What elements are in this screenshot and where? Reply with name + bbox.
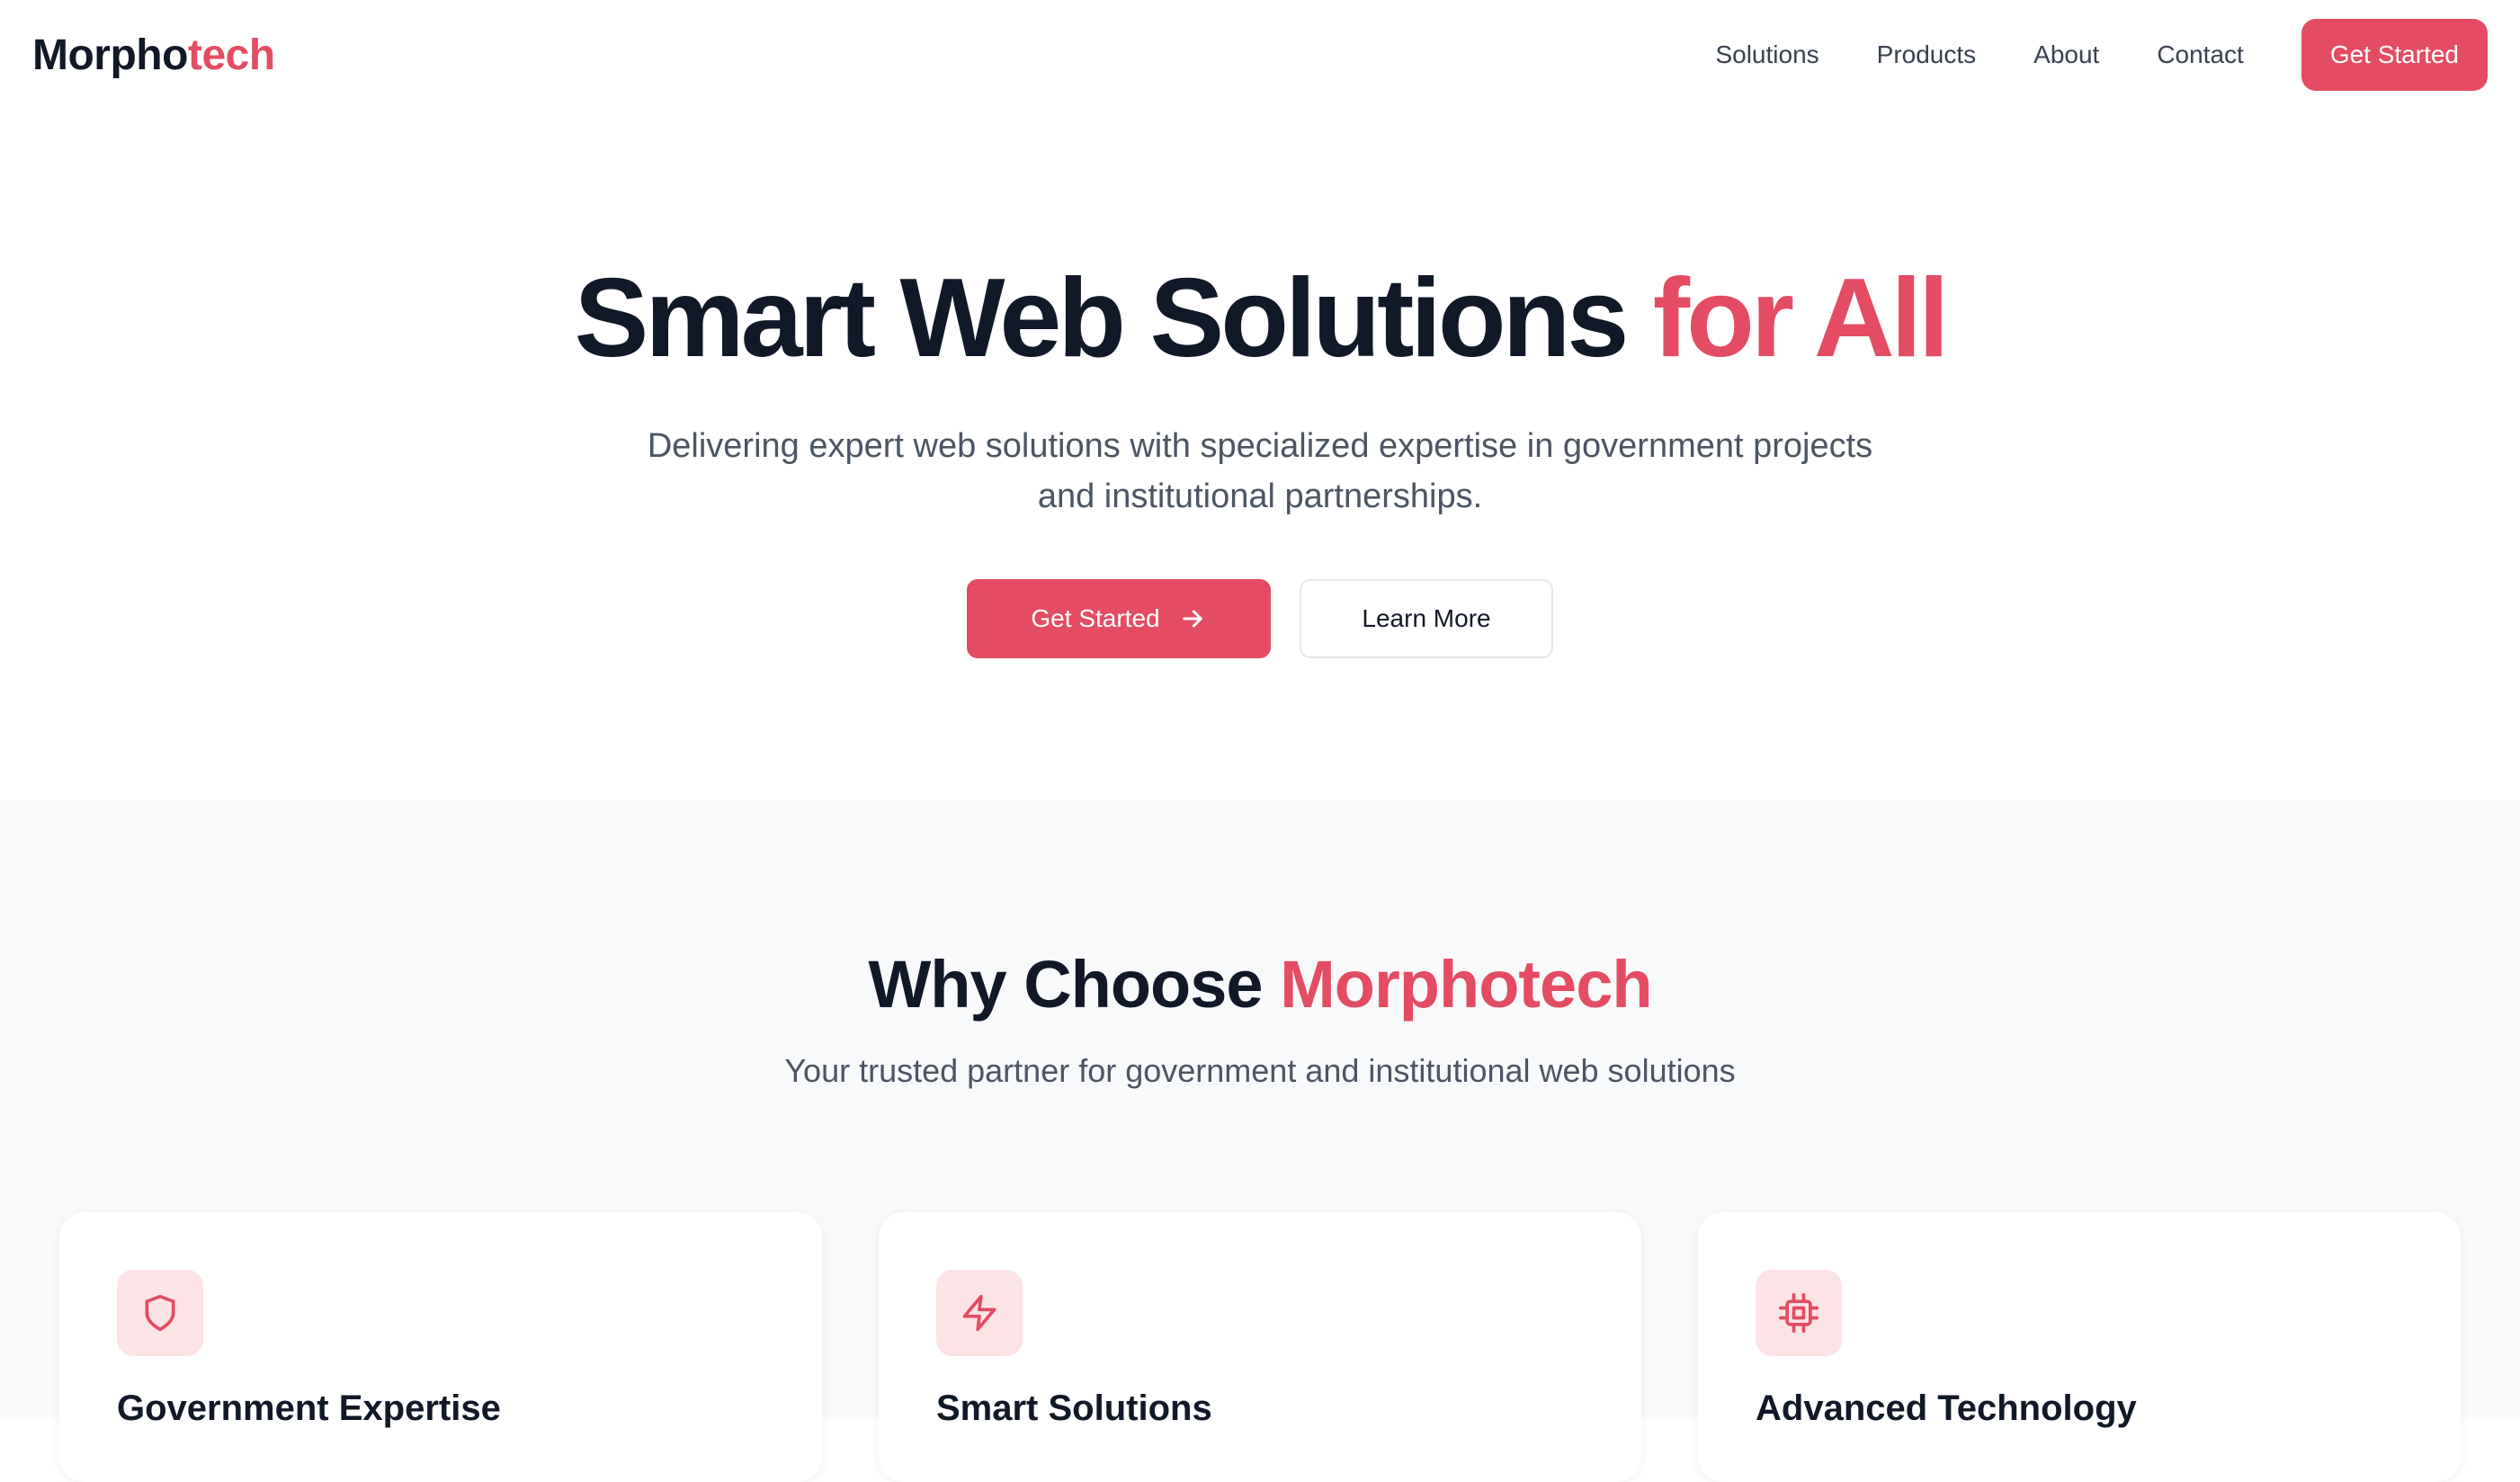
- hero-section: Smart Web Solutions for All Delivering e…: [0, 110, 2520, 800]
- feature-icon-container: [936, 1270, 1023, 1356]
- why-title-main: Why Choose: [868, 947, 1281, 1022]
- hero-learn-more-button[interactable]: Learn More: [1300, 579, 1553, 658]
- why-choose-section: Why Choose Morphotech Your trusted partn…: [0, 800, 2520, 1482]
- feature-card-government: Government Expertise: [59, 1212, 822, 1482]
- logo-text-accent: tech: [187, 31, 275, 79]
- why-title: Why Choose Morphotech: [0, 951, 2520, 1018]
- why-title-accent: Morphotech: [1280, 947, 1652, 1022]
- hero-get-started-label: Get Started: [1031, 604, 1160, 632]
- nav-get-started-button[interactable]: Get Started: [2301, 19, 2488, 91]
- nav-menu: Solutions Products About Contact Get Sta…: [1715, 19, 2488, 91]
- hero-title-main: Smart Web Solutions: [574, 256, 1653, 380]
- nav-link-contact[interactable]: Contact: [2157, 40, 2244, 69]
- feature-card-smart: Smart Solutions: [879, 1212, 1641, 1482]
- lightning-icon: [962, 1294, 996, 1332]
- cpu-chip-icon: [1779, 1293, 1819, 1333]
- nav-link-about[interactable]: About: [2033, 40, 2099, 69]
- arrow-right-icon: [1182, 610, 1202, 628]
- feature-card-title: Advanced Technology: [1756, 1388, 2137, 1428]
- hero-subtitle: Delivering expert web solutions with spe…: [647, 427, 1873, 515]
- feature-icon-container: [1756, 1270, 1842, 1356]
- nav-link-solutions[interactable]: Solutions: [1715, 40, 1819, 69]
- hero-title-accent: for All: [1652, 256, 1950, 380]
- logo-text-primary: Morpho: [32, 31, 188, 79]
- hero-title: Smart Web Solutions for All: [0, 263, 2520, 374]
- feature-card-title: Smart Solutions: [936, 1388, 1212, 1428]
- feature-cards: Government Expertise Smart Solutions Adv…: [59, 1212, 2461, 1482]
- why-subtitle: Your trusted partner for government and …: [784, 1052, 1736, 1089]
- logo[interactable]: Morphotech: [32, 31, 275, 80]
- shield-icon: [145, 1294, 175, 1332]
- hero-button-group: Get Started Learn More: [0, 579, 2520, 658]
- top-navbar: Morphotech Solutions Products About Cont…: [0, 0, 2520, 110]
- feature-card-title: Government Expertise: [117, 1388, 501, 1428]
- feature-card-technology: Advanced Technology: [1698, 1212, 2461, 1482]
- nav-link-products[interactable]: Products: [1877, 40, 1977, 69]
- hero-get-started-button[interactable]: Get Started: [967, 579, 1271, 658]
- feature-icon-container: [117, 1270, 203, 1356]
